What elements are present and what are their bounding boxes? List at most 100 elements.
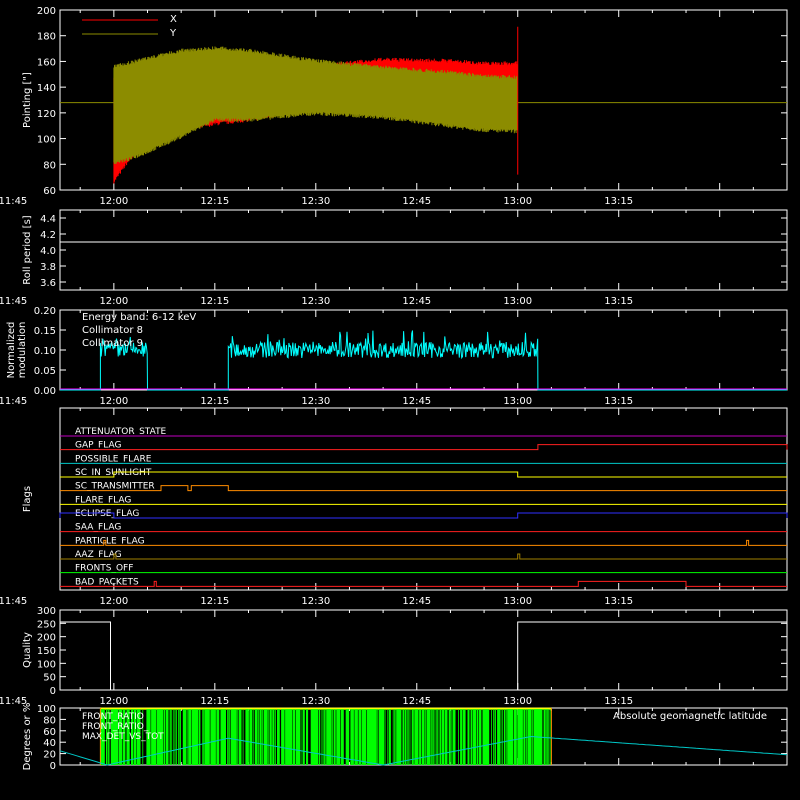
panel-roll-period: 11:45 12:00 12:15 12:30 12:45 13:00 13:15 3.6 3.… [0,209,788,307]
y-tick-label: 200 [37,6,56,17]
y-tick-label: 60 [43,727,56,738]
x-tick-label: 13:15 [604,296,633,307]
x-tick-label: 12:30 [301,396,330,407]
flag-trace-aaz-flag [60,553,787,560]
legend-front-ratio: FRONT_RATIO [82,712,144,722]
x-tick-label: 12:45 [402,596,431,607]
y-axis-label: Roll period [s] [22,215,33,284]
y-axis-label: Pointing ["] [22,72,33,128]
x-tick-label: 12:45 [402,196,431,207]
x-tick-label: 13:15 [604,696,633,707]
x-tick-label: 12:30 [301,196,330,207]
legend-max-det: MAX_DET_VS_TOT [82,732,164,742]
flag-trace-gap-flag [60,444,788,451]
x-tick-label: 11:45 [0,396,27,407]
legend-x-label: X [170,14,177,25]
y-axis-label: Degrees or % [22,703,33,771]
x-tick-label: 12:45 [402,396,431,407]
y-tick-label: 100 [37,704,56,715]
y-tick-label: 100 [37,135,56,146]
x-tick-label: 12:15 [200,196,229,207]
y-tick-label: 160 [37,57,56,68]
y-tick-label: 50 [43,673,56,684]
y-tick-label: 0.00 [34,386,56,397]
x-tick-label: 11:45 [0,196,27,207]
x-tick-label: 12:30 [301,596,330,607]
y-tick-label: 150 [37,646,56,657]
legend-collimator-9: Collimator 9 [82,338,143,349]
x-tick-label: 11:45 [0,296,27,307]
x-tick-label: 12:00 [99,696,128,707]
y-tick-label: 80 [43,160,56,171]
y-tick-label: 140 [37,83,56,94]
y-tick-label: 250 [37,619,56,630]
x-tick-label: 13:15 [604,396,633,407]
plot-frame [59,209,788,291]
y-tick-label: 0.05 [34,366,56,377]
multi-panel-chart: 11:45 12:00 12:15 12:30 12:45 13:00 13:1560801… [0,6,788,772]
x-tick-label: 12:15 [200,596,229,607]
y-tick-label: 180 [37,32,56,43]
y-axis-label: modulation [17,322,28,379]
y-tick-label: 20 [43,750,56,761]
y-tick-label: 300 [37,606,56,617]
y-tick-label: 4.2 [40,230,56,241]
flag-trace-sc-in-sunlight [60,471,787,478]
x-tick-label: 12:15 [200,296,229,307]
front-ratio-bars [100,709,551,765]
y-tick-label: 80 [43,715,56,726]
x-tick-label: 13:00 [503,396,532,407]
y-tick-label: 0.20 [34,306,56,317]
x-tick-label: 13:00 [503,596,532,607]
y-tick-label: 4.4 [40,214,56,225]
x-tick-label: 12:30 [301,696,330,707]
y-tick-label: 3.8 [40,262,56,273]
y-tick-label: 3.6 [40,278,56,289]
x-tick-label: 12:45 [402,296,431,307]
y-tick-label: 0.15 [34,326,56,337]
panel-flags: 11:45 12:00 12:15 12:30 12:45 13:00 13:15 Flags… [0,407,788,607]
x-tick-label: 13:15 [604,196,633,207]
x-tick-label: 13:00 [503,296,532,307]
flag-trace-sc-transmitter [60,485,787,492]
y-tick-label: 40 [43,738,56,749]
x-tick-label: 12:15 [200,396,229,407]
energy-band-annotation: Energy band: 6-12 keV [82,312,196,323]
y-tick-label: 4.0 [40,246,56,257]
x-tick-label: 12:00 [99,196,128,207]
y-tick-label: 120 [37,109,56,120]
x-tick-label: 12:00 [99,396,128,407]
legend-y-label: Y [169,28,177,39]
latitude-annotation: Absolute geomagnetic latitude [613,711,767,722]
y-axis-label: Normalized [6,322,17,379]
y-tick-label: 100 [37,659,56,670]
x-tick-label: 12:00 [99,296,128,307]
collimator-8-trace [60,330,787,391]
x-tick-label: 13:00 [503,196,532,207]
y-axis-label: Quality [22,632,33,668]
y-tick-label: 200 [37,633,56,644]
flag-trace-bad-packets [60,580,787,587]
panel-degrees: 020406080100 Degrees or % FRONT_RATIOFRONT… [22,703,788,772]
x-tick-label: 12:30 [301,296,330,307]
x-tick-label: 11:45 [0,596,27,607]
y-axis-label: Flags [22,486,33,512]
flag-trace-eclipse-flag [59,512,788,519]
y-tick-label: 0 [50,686,56,697]
panel-modulation: 11:45 12:00 12:15 12:30 12:45 13:00 13:15 0.00 0… [0,306,788,407]
x-tick-label: 12:45 [402,696,431,707]
y-tick-label: 0.10 [34,346,56,357]
y-tick-label: 60 [43,186,56,197]
flag-trace-particle-flag [60,539,787,546]
panel-quality: 11:45 12:00 12:15 12:30 12:45 13:00 13:1505010… [0,606,788,707]
plot-frame [59,407,788,591]
x-tick-label: 13:15 [604,596,633,607]
x-tick-label: 13:00 [503,696,532,707]
legend-front-ratio-2: FRONT_RATIO_ [82,722,149,732]
x-tick-label: 12:15 [200,696,229,707]
legend-collimator-8: Collimator 8 [82,325,143,336]
x-tick-label: 12:00 [99,596,128,607]
quality-trace [60,621,787,691]
panel-pointing: 11:45 12:00 12:15 12:30 12:45 13:00 13:15 60 80 1… [0,6,788,207]
y-tick-label: 0 [50,761,56,772]
